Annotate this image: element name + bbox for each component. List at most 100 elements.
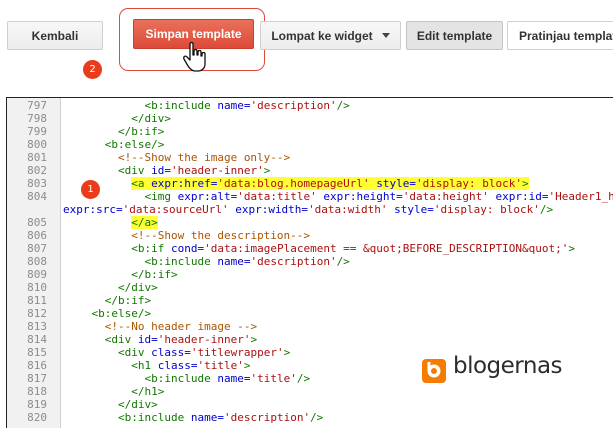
- code-token: 'Header1_headerimg': [548, 190, 613, 203]
- code-token: name=: [190, 411, 224, 424]
- edit-template-button[interactable]: Edit template: [406, 21, 503, 50]
- line-number: 808: [27, 255, 47, 268]
- code-token: 'data:width': [308, 203, 388, 216]
- line-number: 813: [27, 320, 47, 333]
- code-token: 'data:imagePlacement == &quot;BEFORE_DES…: [204, 242, 569, 255]
- code-token: </div>: [117, 281, 158, 294]
- code-token: <div: [117, 164, 145, 177]
- line-number: 804: [27, 190, 47, 203]
- blogernas-logo-icon: [422, 359, 446, 383]
- code-token: </b:if>: [104, 294, 152, 307]
- line-number: 818: [27, 385, 47, 398]
- jump-to-widget-dropdown[interactable]: Lompat ke widget: [260, 21, 401, 50]
- chevron-down-icon: [381, 33, 390, 38]
- code-line: </div>: [65, 112, 171, 125]
- code-token: <b:include: [117, 411, 185, 424]
- step-1-badge: 1: [81, 180, 100, 199]
- code-token: <a: [131, 177, 145, 190]
- line-number: 800: [27, 138, 47, 151]
- code-line: <b:if cond='data:imagePlacement == &quot…: [65, 242, 575, 255]
- line-number: 811: [27, 294, 47, 307]
- code-token: <b:include: [144, 255, 211, 268]
- code-token: />: [539, 203, 554, 216]
- code-token: style=: [394, 203, 434, 216]
- code-token: 'data:title': [237, 190, 317, 203]
- line-number: 802: [27, 164, 47, 177]
- line-number: 820: [27, 411, 47, 424]
- line-number: 812: [27, 307, 47, 320]
- code-line: <b:else/>: [65, 307, 152, 320]
- code-token: 'description': [250, 255, 337, 268]
- code-line: <b:include name='title'/>: [65, 372, 310, 385]
- code-token: <b:else/>: [91, 307, 152, 320]
- code-token: <div: [104, 333, 132, 346]
- line-number: 816: [27, 359, 47, 372]
- code-line: </div>: [65, 281, 158, 294]
- line-number: 806: [27, 229, 47, 242]
- code-token: class=: [157, 359, 198, 372]
- watermark-text: blogernas: [453, 353, 563, 379]
- code-token: />: [336, 99, 350, 112]
- code-token: </h1>: [131, 385, 165, 398]
- code-token: >: [263, 164, 271, 177]
- code-token: 'data:blog.homepageUrl': [217, 177, 370, 190]
- line-number: 814: [27, 333, 47, 346]
- code-token: expr:width=: [235, 203, 309, 216]
- code-token: 'header-inner': [170, 164, 264, 177]
- code-line: <div id='header-inner'>: [65, 164, 270, 177]
- code-token: expr:src=: [63, 203, 123, 216]
- line-number: 797: [27, 99, 47, 112]
- code-line: <b:include name='description'/>: [65, 255, 349, 268]
- code-token: class=: [151, 346, 191, 359]
- code-token: expr:height=: [323, 190, 403, 203]
- code-line: <h1 class='title'>: [65, 359, 250, 372]
- template-toolbar: Kembali Simpan template Lompat ke widget…: [0, 0, 613, 95]
- back-button[interactable]: Kembali: [7, 21, 103, 50]
- code-token: style=: [376, 177, 417, 190]
- line-number: 819: [27, 398, 47, 411]
- code-token: name=: [217, 99, 251, 112]
- line-number: 817: [27, 372, 47, 385]
- code-line: <img expr:alt='data:title' expr:height='…: [65, 190, 613, 203]
- code-line: </b:if>: [65, 268, 177, 281]
- code-line: expr:src='data:sourceUrl' expr:width='da…: [63, 203, 553, 216]
- line-number: 801: [27, 151, 47, 164]
- preview-template-button[interactable]: Pratinjau template: [507, 21, 613, 50]
- line-number: 809: [27, 268, 47, 281]
- code-token: />: [310, 411, 324, 424]
- code-token: 'data:height': [402, 190, 489, 203]
- code-token: <img: [144, 190, 171, 203]
- code-token: 'title': [197, 359, 244, 372]
- code-token: 'display: block': [433, 203, 540, 216]
- line-number: 810: [27, 281, 47, 294]
- code-token: id=: [151, 164, 171, 177]
- code-line: <div class='titlewrapper'>: [65, 346, 290, 359]
- code-line: <b:else/>: [65, 138, 165, 151]
- code-token: name=: [217, 372, 251, 385]
- code-token: <!--No header image -->: [104, 320, 258, 333]
- code-token: />: [296, 372, 311, 385]
- code-line: <b:include name='description'/>: [65, 411, 323, 424]
- code-token: 'header-inner': [157, 333, 251, 346]
- code-token: >: [243, 359, 251, 372]
- step-2-badge: 2: [83, 60, 102, 79]
- code-token: <div: [117, 346, 145, 359]
- code-token: </a>: [131, 216, 158, 229]
